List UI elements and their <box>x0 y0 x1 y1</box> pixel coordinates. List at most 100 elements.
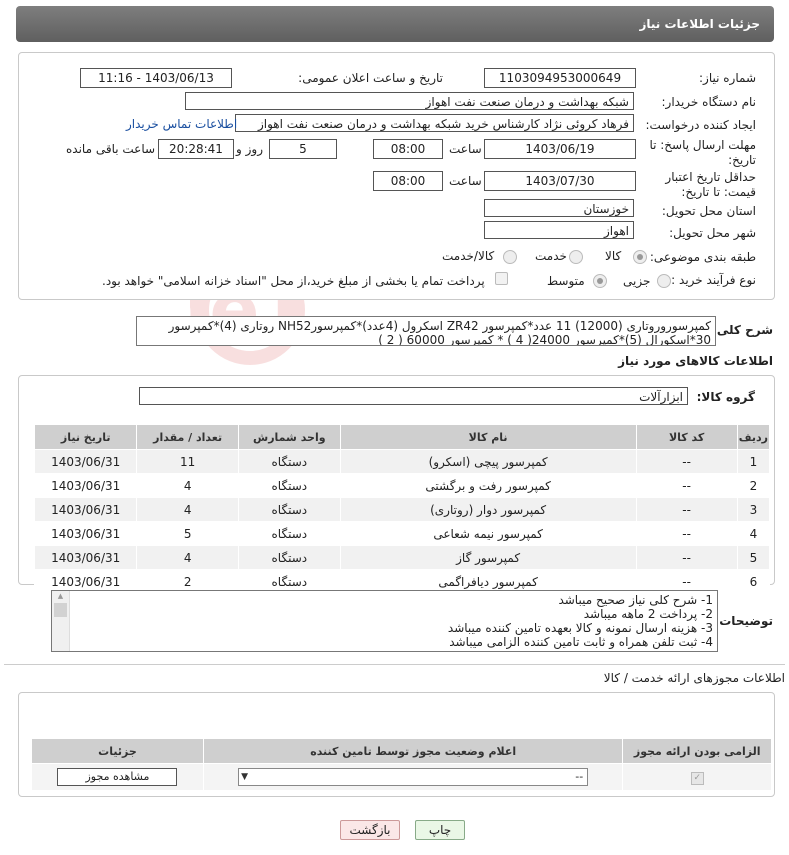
cell-date: 1403/06/31 <box>33 545 138 570</box>
announce-label: تاریخ و ساعت اعلان عمومی: <box>298 71 443 85</box>
cell-qty: 4 <box>136 473 239 498</box>
goods-group-field: ابزارآلات <box>139 387 688 405</box>
category-goods-radio[interactable] <box>633 250 647 264</box>
cell-row: 3 <box>736 497 771 522</box>
buyer-note-4: 4- ثبت تلفن همراه و ثابت تامین کننده الز… <box>449 635 713 649</box>
description-box: کمپرسوروروتاری (12000) 11 عدد*کمپرسور ZR… <box>136 316 716 346</box>
table-row: 2 -- کمپرسور رفت و برگشتی دستگاه 4 1403/… <box>33 473 771 498</box>
cell-name: کمپرسور پیچی (اسکرو) <box>339 449 637 474</box>
buyer-note-1: 1- شرح کلی نیاز صحیح میباشد <box>558 593 713 607</box>
table-row: 5 -- کمپرسور گاز دستگاه 4 1403/06/31 <box>33 545 771 570</box>
city-field: اهواز <box>484 221 634 239</box>
cell-code: -- <box>635 545 738 570</box>
reply-time-label: ساعت <box>449 142 482 156</box>
view-permit-button[interactable]: مشاهده مجوز <box>57 768 178 786</box>
cell-row: 6 <box>736 569 771 594</box>
cell-row: 5 <box>736 545 771 570</box>
cell-row: 4 <box>736 521 771 546</box>
permit-required-checkbox: ✓ <box>690 772 704 785</box>
cell-name: کمپرسور گاز <box>339 545 637 570</box>
notes-scrollbar[interactable]: ▲ <box>52 591 70 651</box>
cell-date: 1403/06/31 <box>33 521 138 546</box>
need-number-label: شماره نیاز: <box>699 71 756 85</box>
col-row: ردیف <box>736 424 771 450</box>
col-unit: واحد شمارش <box>237 424 341 450</box>
process-label: نوع فرآیند خرید : <box>671 273 756 287</box>
chevron-down-icon[interactable]: ▼ <box>241 769 248 785</box>
scroll-up-icon[interactable]: ▲ <box>52 591 69 601</box>
contact-buyer-link[interactable]: اطلاعات تماس خریدار <box>126 117 237 131</box>
process-minor-radio[interactable] <box>657 274 671 288</box>
goods-group-label: گروه کالا: <box>696 390 755 404</box>
col-permit-details: جزئیات <box>31 738 204 764</box>
goods-section-title: اطلاعات کالاهای مورد نیاز <box>618 354 773 368</box>
table-row: 3 -- کمپرسور دوار (روتاری) دستگاه 4 1403… <box>33 497 771 522</box>
cell-qty: 5 <box>136 521 239 546</box>
cell-code: -- <box>635 497 738 522</box>
cell-date: 1403/06/31 <box>33 473 138 498</box>
category-service-radio[interactable] <box>569 250 583 264</box>
category-goods-service-label: کالا/خدمت <box>442 249 495 263</box>
creator-label: ایجاد کننده درخواست: <box>645 118 756 132</box>
process-medium-label: متوسط <box>547 274 585 288</box>
cell-name: کمپرسور رفت و برگشتی <box>339 473 637 498</box>
col-permit-status: اعلام وضعیت مجوز توسط تامین کننده <box>202 738 624 764</box>
cell-code: -- <box>635 473 738 498</box>
col-code: کد کالا <box>635 424 738 450</box>
cell-unit: دستگاه <box>237 545 341 570</box>
buyer-note-3: 3- هزینه ارسال نمونه و کالا بعهده تامین … <box>447 621 713 635</box>
col-permit-required: الزامی بودن ارائه مجوز <box>622 738 772 764</box>
category-service-label: خدمت <box>535 249 567 263</box>
need-number-field: 1103094953000649 <box>484 68 636 88</box>
buyer-note-2: 2- پرداخت 2 ماهه میباشد <box>583 607 713 621</box>
cell-date: 1403/06/31 <box>33 497 138 522</box>
category-goods-label: کالا <box>605 249 622 263</box>
cell-qty: 4 <box>136 497 239 522</box>
description-line-1: کمپرسوروروتاری (12000) 11 عدد*کمپرسور ZR… <box>168 319 711 333</box>
buyer-org-field: شبکه بهداشت و درمان صنعت نفت اهواز <box>185 92 634 110</box>
remaining-time-field: 20:28:41 <box>158 139 234 159</box>
cell-name: کمپرسور نیمه شعاعی <box>339 521 637 546</box>
col-date: تاریخ نیاز <box>33 424 138 450</box>
cell-code: -- <box>635 449 738 474</box>
cell-code: -- <box>635 521 738 546</box>
col-qty: تعداد / مقدار <box>136 424 239 450</box>
city-label: شهر محل تحویل: <box>669 226 756 240</box>
cell-unit: دستگاه <box>237 473 341 498</box>
announce-field: 1403/06/13 - 11:16 <box>80 68 232 88</box>
page-header: جزئیات اطلاعات نیاز <box>16 6 774 42</box>
price-time-field: 08:00 <box>373 171 443 191</box>
description-line-2: 30*اسکورال (5)*کمپرسور 24000( 4 ) * کمپر… <box>378 333 711 346</box>
cell-qty: 4 <box>136 545 239 570</box>
page-title: جزئیات اطلاعات نیاز <box>639 17 760 31</box>
permits-table: الزامی بودن ارائه مجوز اعلام وضعیت مجوز … <box>31 738 772 791</box>
reply-time-field: 08:00 <box>373 139 443 159</box>
process-medium-radio[interactable] <box>593 274 607 288</box>
category-goods-service-radio[interactable] <box>503 250 517 264</box>
table-row: 4 -- کمپرسور نیمه شعاعی دستگاه 5 1403/06… <box>33 521 771 546</box>
print-button[interactable]: چاپ <box>415 820 465 840</box>
buyer-notes-box[interactable]: ▲ 1- شرح کلی نیاز صحیح میباشد 2- پرداخت … <box>51 590 718 652</box>
back-button[interactable]: بازگشت <box>340 820 400 840</box>
cell-unit: دستگاه <box>237 521 341 546</box>
reply-deadline-label: مهلت ارسال پاسخ: تا تاریخ: <box>649 138 756 167</box>
cell-qty: 11 <box>136 449 239 474</box>
cell-name: کمپرسور دوار (روتاری) <box>339 497 637 522</box>
cell-date: 1403/06/31 <box>33 449 138 474</box>
category-label: طبقه بندی موضوعی: <box>649 250 756 264</box>
col-name: نام کالا <box>339 424 637 450</box>
reply-date-field: 1403/06/19 <box>484 139 636 159</box>
days-field: 5 <box>269 139 337 159</box>
price-date-field: 1403/07/30 <box>484 171 636 191</box>
treasury-payment-checkbox[interactable] <box>495 272 508 285</box>
price-time-label: ساعت <box>449 174 482 188</box>
province-label: استان محل تحویل: <box>661 204 756 218</box>
permit-status-select[interactable]: -- ▼ <box>238 768 589 786</box>
goods-table: ردیف کد کالا نام کالا واحد شمارش تعداد /… <box>33 424 771 594</box>
scroll-thumb[interactable] <box>54 603 67 617</box>
cell-unit: دستگاه <box>237 497 341 522</box>
section-divider <box>4 664 785 665</box>
permit-status-value: -- <box>575 770 584 783</box>
payment-note: پرداخت تمام یا بخشی از مبلغ خرید،از محل … <box>102 274 485 288</box>
cell-row: 1 <box>736 449 771 474</box>
